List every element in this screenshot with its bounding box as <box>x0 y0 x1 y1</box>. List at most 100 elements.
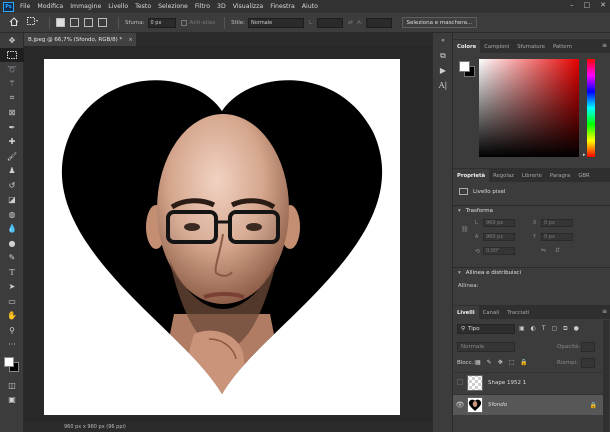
layer-row-shape[interactable]: Shape 1952 1 <box>453 372 603 393</box>
fill-field[interactable] <box>581 358 595 368</box>
path-selection-tool-icon[interactable]: ➤ <box>0 280 24 295</box>
tab-pattern[interactable]: Pattern <box>549 40 576 53</box>
screen-mode-icon[interactable]: ▣ <box>0 393 24 408</box>
style-select[interactable]: Normale <box>248 17 305 28</box>
foreground-color-swatch[interactable] <box>4 357 14 367</box>
close-window-button[interactable]: ✕ <box>600 1 606 9</box>
layers-menu-icon[interactable]: ≡ <box>602 308 607 315</box>
tab-gbr[interactable]: GBR <box>574 169 593 182</box>
maximize-button[interactable]: □ <box>584 1 591 9</box>
angle-field[interactable]: 0,00° <box>483 247 515 255</box>
clone-stamp-tool-icon[interactable]: ♟ <box>0 164 24 179</box>
filter-shape-icon[interactable]: ▢ <box>552 325 558 333</box>
foreground-swatch[interactable] <box>459 61 470 72</box>
lock-icon[interactable]: 🔒 <box>590 402 597 409</box>
color-picker-field[interactable] <box>479 59 579 157</box>
menu-filtro[interactable]: Filtro <box>195 3 210 10</box>
tab-paragrafo[interactable]: Paragra <box>546 169 574 182</box>
filter-type-icon[interactable]: T <box>542 325 546 333</box>
tab-colore[interactable]: Colore <box>453 40 481 53</box>
character-panel-icon[interactable]: A| <box>433 78 453 93</box>
tab-librerie[interactable]: Librerie <box>518 169 546 182</box>
subtract-selection-icon[interactable] <box>84 18 93 27</box>
dodge-tool-icon[interactable]: ● <box>0 236 24 251</box>
healing-brush-tool-icon[interactable]: ✚ <box>0 135 24 150</box>
antialias-checkbox[interactable] <box>180 19 187 26</box>
menu-testo[interactable]: Testo <box>135 3 151 10</box>
select-and-mask-button[interactable]: Seleziona e maschera... <box>401 17 478 28</box>
menu-visualizza[interactable]: Visualizza <box>233 3 263 10</box>
add-to-selection-icon[interactable] <box>70 18 79 27</box>
height-field[interactable]: 960 px <box>483 233 515 241</box>
quick-mask-icon[interactable]: ◫ <box>0 378 24 393</box>
more-tools-icon[interactable]: ··· <box>0 338 24 353</box>
tab-campioni[interactable]: Campioni <box>480 40 513 53</box>
width-input[interactable] <box>316 17 343 28</box>
hand-tool-icon[interactable]: ✋ <box>0 309 24 324</box>
blend-mode-select[interactable]: Normale <box>457 342 515 352</box>
actions-panel-icon[interactable]: ▶ <box>433 63 453 78</box>
swap-dimensions-icon[interactable]: ⇄ <box>348 19 353 26</box>
menu-selezione[interactable]: Selezione <box>158 3 188 10</box>
paint-bucket-tool-icon[interactable]: ◍ <box>0 207 24 222</box>
lock-transparent-icon[interactable]: ▦ <box>475 359 481 366</box>
eraser-tool-icon[interactable]: ◪ <box>0 193 24 208</box>
menu-immagine[interactable]: Immagine <box>70 3 101 10</box>
frame-tool-icon[interactable]: ⊠ <box>0 106 24 121</box>
lock-pixels-icon[interactable]: ✎ <box>487 359 492 366</box>
menu-aiuto[interactable]: Aiuto <box>302 3 318 10</box>
document-tab[interactable]: B.jpeg @ 66,7% (Sfondo, RGB/8) * × <box>24 33 136 46</box>
history-brush-tool-icon[interactable]: ↺ <box>0 178 24 193</box>
filter-pixel-icon[interactable]: ▣ <box>519 325 525 333</box>
lock-all-icon[interactable]: 🔒 <box>520 359 527 366</box>
transform-section-header[interactable]: ▾ Trasforma <box>453 205 610 215</box>
hue-slider-handle[interactable]: ▸ <box>583 152 586 158</box>
menu-modifica[interactable]: Modifica <box>37 3 63 10</box>
menu-livello[interactable]: Livello <box>108 3 128 10</box>
layer-row-background[interactable]: 👁 Sfondo 🔒 <box>453 394 603 415</box>
crop-tool-icon[interactable]: ⌗ <box>0 91 24 106</box>
link-dimensions-icon[interactable]: ⛓ <box>461 226 469 233</box>
align-section-header[interactable]: ▾ Allinea e distribuisci <box>453 267 610 277</box>
blur-tool-icon[interactable]: 💧 <box>0 222 24 237</box>
rectangle-tool-icon[interactable]: ▭ <box>0 294 24 309</box>
tab-proprieta[interactable]: Proprietà <box>453 169 490 182</box>
layer-name[interactable]: Sfondo <box>488 402 590 408</box>
flip-horizontal-icon[interactable]: ⇋ <box>541 247 546 254</box>
lasso-tool-icon[interactable]: ➰ <box>0 62 24 77</box>
color-swatches[interactable] <box>0 352 23 378</box>
minimize-button[interactable]: – <box>570 1 574 9</box>
feather-input[interactable]: 0 px <box>147 17 176 28</box>
fg-bg-swatch[interactable] <box>459 61 479 81</box>
tab-regolazioni[interactable]: Regolaz <box>489 169 518 182</box>
lock-artboard-icon[interactable]: ⬚ <box>509 359 515 366</box>
type-tool-icon[interactable]: T <box>0 265 24 280</box>
tab-tracciati[interactable]: Tracciati <box>503 306 533 319</box>
expand-panels-icon[interactable]: « <box>433 33 453 48</box>
rectangular-marquee-tool-icon[interactable] <box>0 47 24 62</box>
width-field[interactable]: 960 px <box>483 219 515 227</box>
layer-name[interactable]: Shape 1952 1 <box>488 380 603 386</box>
brush-tool-icon[interactable]: 🖌 <box>0 149 24 164</box>
pen-tool-icon[interactable]: ✎ <box>0 251 24 266</box>
panel-menu-icon[interactable]: ≡ <box>602 42 607 49</box>
opacity-field[interactable] <box>581 342 595 352</box>
eyedropper-tool-icon[interactable]: ✒ <box>0 120 24 135</box>
intersect-selection-icon[interactable] <box>98 18 107 27</box>
eye-icon[interactable]: 👁 <box>453 401 467 409</box>
height-input[interactable] <box>365 17 392 28</box>
filter-adjustment-icon[interactable]: ◐ <box>531 325 536 333</box>
filter-toggle-icon[interactable]: ● <box>574 325 579 333</box>
menu-finestra[interactable]: Finestra <box>270 3 295 10</box>
zoom-tool-icon[interactable]: ⚲ <box>0 323 24 338</box>
magic-wand-tool-icon[interactable]: ⚚ <box>0 77 24 92</box>
menu-file[interactable]: File <box>20 3 30 10</box>
lock-position-icon[interactable]: ✥ <box>498 359 503 366</box>
x-field[interactable]: 0 px <box>541 219 573 227</box>
filter-smart-object-icon[interactable]: ⧉ <box>563 325 567 333</box>
y-field[interactable]: 0 px <box>541 233 573 241</box>
menu-3d[interactable]: 3D <box>217 3 226 10</box>
close-document-icon[interactable]: × <box>128 37 133 43</box>
new-selection-icon[interactable] <box>56 18 65 27</box>
layer-filter-select[interactable]: ⚲ Tipo <box>457 324 515 334</box>
